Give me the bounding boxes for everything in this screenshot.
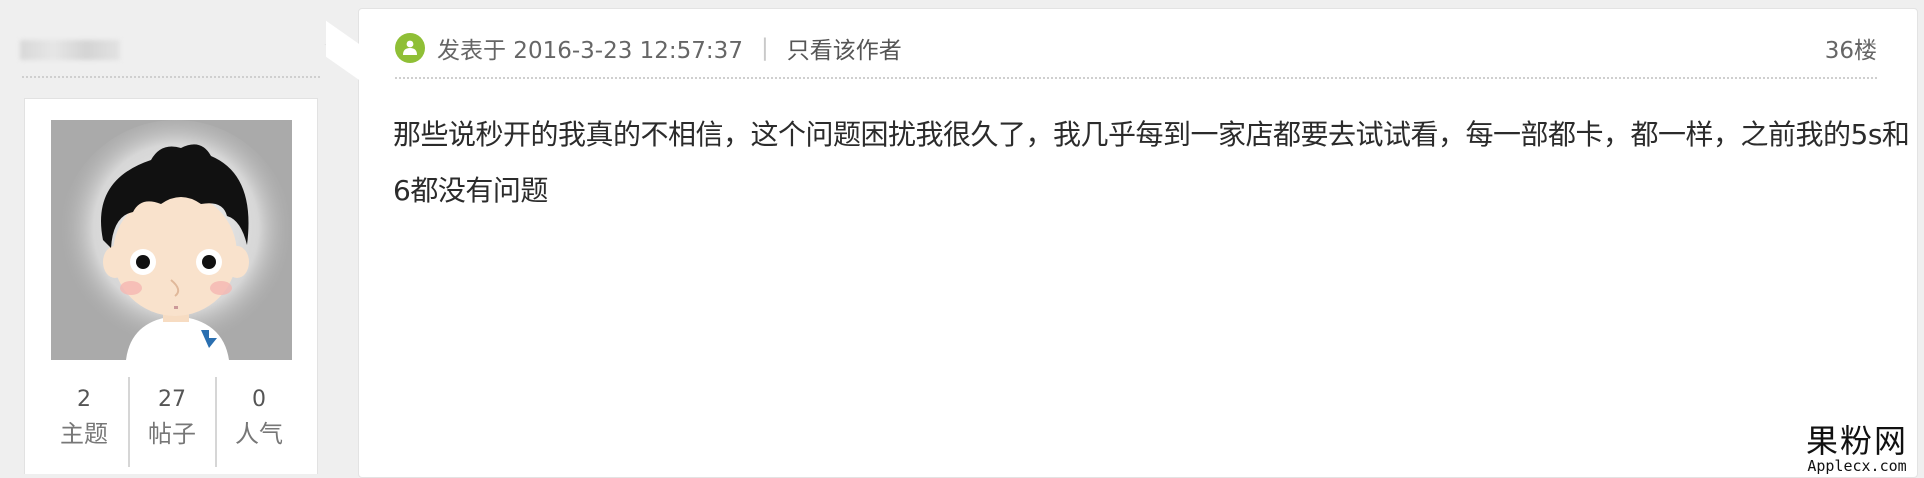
user-stats: 2 主题 27 帖子 0 人气 [25, 377, 317, 467]
header-divider-line [395, 77, 1877, 79]
post-timestamp: 发表于 2016-3-23 12:57:37 [437, 38, 743, 64]
post-content: 那些说秒开的我真的不相信，这个问题困扰我很久了，我几乎每到一家店都要去试试看，每… [393, 118, 1910, 207]
sidebar-divider [22, 76, 320, 78]
stat-topics[interactable]: 2 主题 [41, 377, 128, 467]
watermark-cn: 果粉网 [1805, 422, 1908, 460]
stat-value: 2 [77, 387, 91, 412]
profile-card: 2 主题 27 帖子 0 人气 [24, 98, 318, 474]
floor-number[interactable]: 36楼 [1825, 31, 1877, 65]
stat-value: 0 [252, 387, 266, 412]
header-divider: | [760, 35, 769, 61]
site-watermark: 果粉网 Applecx.com [1796, 424, 1918, 474]
stat-value: 27 [158, 387, 186, 412]
author-icon [395, 33, 425, 63]
stat-label: 主题 [60, 420, 108, 448]
stat-label: 帖子 [148, 420, 196, 448]
user-name-redacted [20, 40, 120, 60]
stat-label: 人气 [235, 420, 283, 448]
post-pointer [326, 20, 362, 83]
post-header: 发表于 2016-3-23 12:57:37 | 只看该作者 36楼 [395, 27, 1877, 69]
stat-posts[interactable]: 27 帖子 [127, 377, 215, 467]
post-card: 发表于 2016-3-23 12:57:37 | 只看该作者 36楼 那些说秒开… [358, 8, 1918, 478]
avatar[interactable] [51, 120, 292, 360]
watermark-en: Applecx.com [1807, 457, 1907, 475]
stat-popularity[interactable]: 0 人气 [214, 377, 302, 467]
only-view-author-link[interactable]: 只看该作者 [787, 31, 902, 65]
